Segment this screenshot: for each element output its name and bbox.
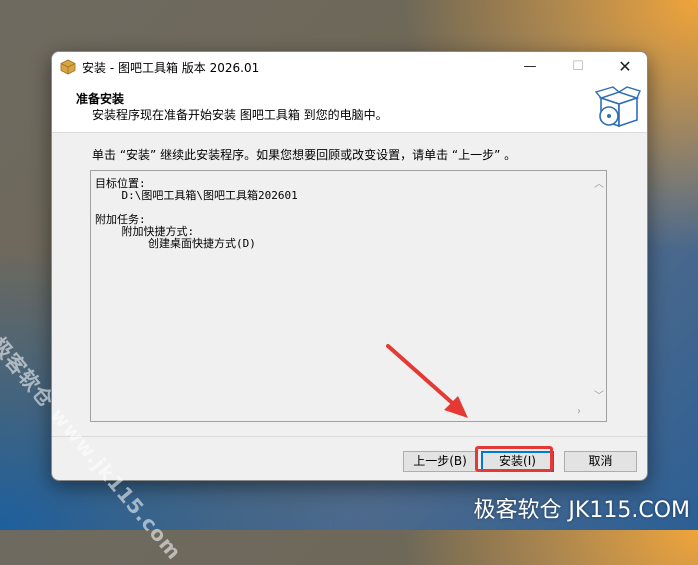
title-bar[interactable]: 安装 - 图吧工具箱 版本 2026.01 — ☐ ✕: [52, 52, 647, 82]
scroll-right-icon[interactable]: ›: [577, 406, 581, 417]
page-subtitle: 安装程序现在准备开始安装 图吧工具箱 到您的电脑中。: [92, 108, 388, 122]
close-icon[interactable]: ✕: [602, 52, 647, 82]
horizontal-scrollbar[interactable]: ›: [91, 404, 591, 421]
cancel-button[interactable]: 取消: [564, 451, 637, 472]
wizard-header: 准备安装 安装程序现在准备开始安装 图吧工具箱 到您的电脑中。: [52, 82, 647, 133]
vertical-scrollbar[interactable]: ︿ ﹀: [591, 171, 606, 405]
app-icon: [60, 59, 76, 75]
memo-line: 创建桌面快捷方式(D): [95, 237, 256, 250]
back-button[interactable]: 上一步(B): [403, 451, 477, 472]
maximize-icon[interactable]: ☐: [555, 52, 601, 82]
scrollbar-corner: [591, 404, 606, 421]
minimize-icon[interactable]: —: [507, 52, 553, 82]
scroll-up-icon[interactable]: ︿: [594, 175, 604, 190]
box-icon: [594, 86, 641, 128]
installer-window: 安装 - 图吧工具箱 版本 2026.01 — ☐ ✕ 准备安装 安装程序现在准…: [51, 51, 648, 481]
instruction-text: 单击 “安装” 继续此安装程序。如果您想要回顾或改变设置，请单击 “上一步” 。: [92, 148, 517, 162]
scroll-down-icon[interactable]: ﹀: [594, 387, 604, 402]
button-bar: 上一步(B) 安装(I) 取消: [52, 436, 647, 480]
window-title: 安装 - 图吧工具箱 版本 2026.01: [82, 61, 260, 75]
settings-memo[interactable]: 目标位置: D:\图吧工具箱\图吧工具箱202601 附加任务: 附加快捷方式:…: [90, 170, 607, 422]
install-highlight-box: [475, 446, 553, 472]
watermark-corner: 极客软仓 JK115.COM: [473, 498, 690, 523]
page-title: 准备安装: [76, 92, 125, 106]
memo-line: D:\图吧工具箱\图吧工具箱202601: [95, 189, 298, 202]
pointer-arrow-icon: [386, 344, 468, 418]
